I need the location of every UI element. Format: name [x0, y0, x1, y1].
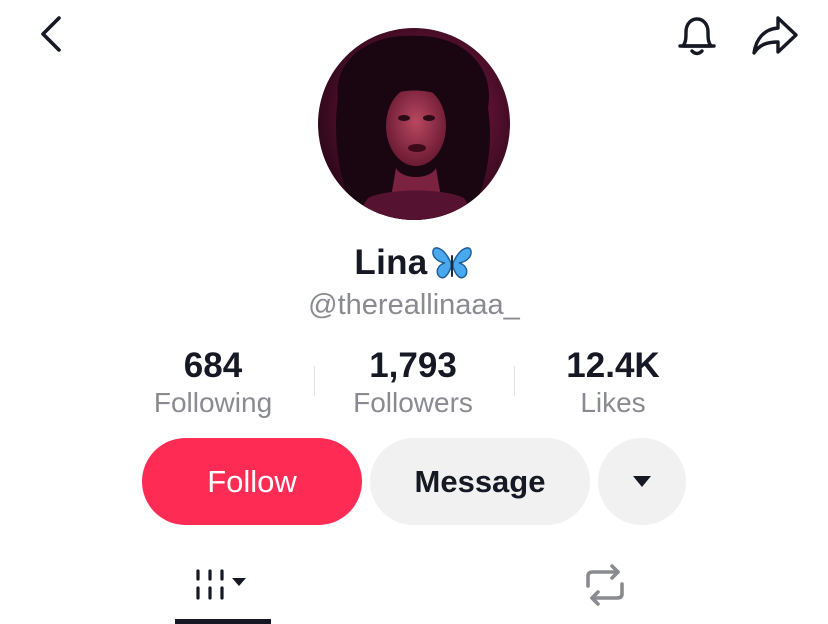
avatar-portrait	[336, 35, 490, 220]
videos-grid-icon	[196, 569, 246, 600]
back-button[interactable]	[28, 10, 76, 58]
bell-icon	[678, 17, 716, 56]
notification-bell-button[interactable]	[670, 8, 724, 62]
stat-followers[interactable]: 1,793 Followers	[313, 346, 513, 420]
chevron-left-icon	[41, 16, 61, 52]
profile-name-row: Lina	[0, 243, 828, 283]
stat-likes[interactable]: 12.4K Likes	[513, 346, 713, 420]
repost-icon	[586, 564, 624, 606]
profile-handle: @thereallinaaa_	[308, 289, 520, 321]
butterfly-icon	[431, 247, 472, 279]
profile-name: Lina	[354, 243, 428, 282]
stat-label: Likes	[580, 387, 646, 418]
stat-following[interactable]: 684 Following	[113, 346, 313, 420]
tab-reposts[interactable]	[560, 555, 650, 615]
stat-value: 684	[183, 346, 243, 385]
stat-divider	[514, 366, 515, 396]
tab-videos[interactable]	[175, 555, 271, 615]
stat-label: Following	[153, 387, 273, 418]
more-options-button[interactable]	[598, 438, 686, 525]
stat-value: 12.4K	[566, 346, 660, 385]
stat-divider	[314, 366, 315, 396]
stat-label: Followers	[353, 387, 473, 418]
share-arrow-icon	[752, 16, 798, 55]
active-tab-indicator	[175, 619, 271, 624]
caret-down-icon	[633, 476, 651, 487]
profile-screen: Lina @thereallinaaa_ 684 Following 1,793…	[0, 0, 828, 624]
message-button[interactable]: Message	[370, 438, 590, 525]
profile-stats: 684 Following 1,793 Followers 12.4K Like…	[0, 346, 828, 426]
share-button[interactable]	[746, 8, 804, 62]
avatar[interactable]	[318, 28, 510, 220]
follow-button[interactable]: Follow	[142, 438, 362, 525]
stat-value: 1,793	[369, 346, 457, 385]
